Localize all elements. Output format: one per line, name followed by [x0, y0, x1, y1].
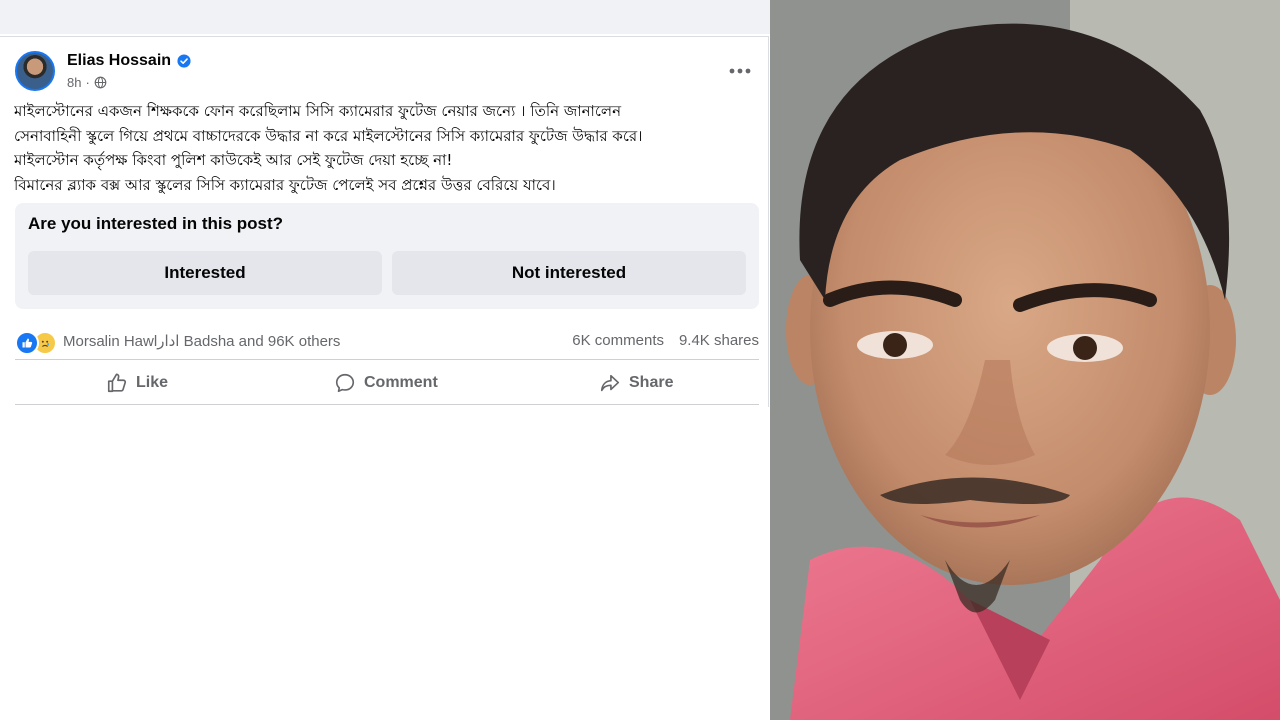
- shares-count[interactable]: 9.4K shares: [679, 332, 759, 349]
- comments-count[interactable]: 6K comments: [572, 332, 664, 349]
- divider: [15, 359, 759, 360]
- verified-badge-icon: [177, 54, 191, 68]
- author-name[interactable]: Elias Hossain: [67, 52, 171, 70]
- share-arrow-icon: [600, 374, 620, 392]
- interested-button[interactable]: Interested: [28, 251, 382, 295]
- share-button[interactable]: Share: [599, 368, 673, 398]
- author-row: Elias Hossain: [67, 52, 191, 70]
- post-meta: 8h ·: [67, 75, 107, 90]
- globe-icon: [94, 76, 107, 89]
- feed-background-strip: [0, 0, 770, 34]
- share-label: Share: [629, 374, 674, 391]
- reaction-icons[interactable]: [15, 331, 57, 355]
- not-interested-button[interactable]: Not interested: [392, 251, 746, 295]
- thumbs-up-icon: [107, 373, 127, 393]
- portrait-photo: [770, 0, 1280, 720]
- post-text-line: মাইলস্টোনের একজন শিক্ষককে ফোন করেছিলাম স…: [14, 102, 622, 120]
- post-text: মাইলস্টোনের একজন শিক্ষককে ফোন করেছিলাম স…: [14, 99, 762, 197]
- engagement-stats: Morsalin Hawlادار Badsha and 96K others …: [15, 329, 759, 355]
- like-reaction-icon: [15, 331, 39, 355]
- post-text-line: সেনাবাহিনী স্কুলে গিয়ে প্রথমে বাচ্চাদের…: [14, 126, 643, 145]
- more-options-icon: [729, 68, 751, 74]
- post-card: Elias Hossain 8h · মাইলস্টোনের একজন শিক্…: [0, 36, 769, 407]
- meta-separator: ·: [85, 75, 90, 90]
- interest-question: Are you interested in this post?: [28, 214, 284, 233]
- post-text-line: বিমানের ব্ল্যাক বক্স আর স্কুলের সিসি ক্য…: [14, 175, 556, 194]
- portrait-illustration: [770, 0, 1280, 720]
- like-button[interactable]: Like: [106, 368, 168, 398]
- avatar[interactable]: [15, 51, 55, 91]
- comment-button[interactable]: Comment: [334, 368, 438, 398]
- post-time[interactable]: 8h: [67, 75, 81, 90]
- reaction-summary[interactable]: Morsalin Hawlادار Badsha and 96K others: [63, 332, 340, 350]
- post-text-line: মাইলস্টোন কর্তৃপক্ষ কিংবা পুলিশ কাউকেই আ…: [14, 151, 453, 169]
- facebook-post-screenshot: Elias Hossain 8h · মাইলস্টোনের একজন শিক্…: [0, 0, 770, 720]
- comment-label: Comment: [364, 374, 438, 391]
- more-options-button[interactable]: [726, 61, 754, 81]
- speech-bubble-icon: [335, 373, 355, 393]
- divider: [15, 404, 759, 405]
- interest-prompt: Are you interested in this post? Interes…: [15, 203, 759, 309]
- like-label: Like: [136, 374, 169, 391]
